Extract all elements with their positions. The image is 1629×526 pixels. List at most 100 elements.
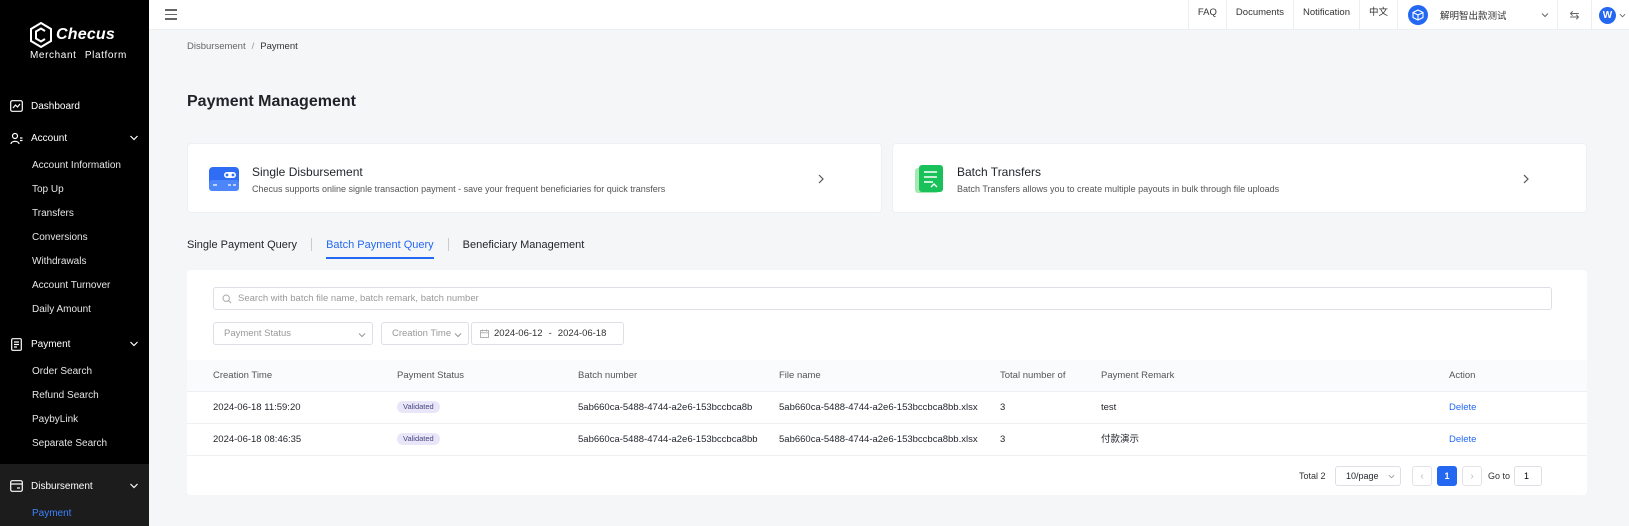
chevron-down-icon xyxy=(1388,474,1395,479)
status-badge: Validated xyxy=(397,401,440,414)
search-box xyxy=(213,287,1552,310)
payment-status-placeholder: Payment Status xyxy=(224,328,292,339)
chevron-right-icon xyxy=(1523,174,1529,184)
nav-account-turnover[interactable]: Account Turnover xyxy=(0,274,149,298)
date-to: 2024-06-18 xyxy=(557,328,607,339)
nav-account[interactable]: Account xyxy=(0,126,149,150)
table-row: 2024-06-18 08:46:35 Validated 5ab660ca-5… xyxy=(187,424,1587,456)
language-switch[interactable]: 中文 xyxy=(1358,0,1397,30)
batch-transfers-desc: Batch Transfers allows you to create mul… xyxy=(957,184,1280,194)
cell-payment-status: Validated xyxy=(397,424,440,456)
faq-link[interactable]: FAQ xyxy=(1187,0,1226,30)
goto-page-input[interactable] xyxy=(1514,466,1542,486)
chevron-down-icon xyxy=(454,333,462,338)
calendar-icon xyxy=(480,329,489,338)
nav-order-search[interactable]: Order Search xyxy=(0,360,149,384)
chevron-down-icon xyxy=(130,341,138,347)
breadcrumb-separator: / xyxy=(251,41,255,52)
notification-link[interactable]: Notification xyxy=(1292,0,1359,30)
cell-file-name: 5ab660ca-5488-4744-a2e6-153bccbca8bb.xls… xyxy=(779,402,978,413)
chevron-down-icon xyxy=(1619,13,1626,17)
merchant-selector[interactable]: 解明智出款测试 xyxy=(1397,0,1557,30)
col-batch-number: Batch number xyxy=(578,370,638,381)
disbursement-icon xyxy=(10,480,23,493)
top-bar: FAQ Documents Notification 中文 解明智出款测试 ⇆ … xyxy=(149,0,1629,30)
delete-button[interactable]: Delete xyxy=(1449,424,1476,456)
status-badge: Validated xyxy=(397,433,440,446)
page-title: Payment Management xyxy=(187,93,356,110)
documents-link[interactable]: Documents xyxy=(1225,0,1293,30)
switch-icon[interactable]: ⇆ xyxy=(1557,0,1591,30)
page-size-value: 10/page xyxy=(1346,471,1379,481)
nav-account-information[interactable]: Account Information xyxy=(0,154,149,178)
nav-dashboard[interactable]: Dashboard xyxy=(0,94,149,118)
batch-transfers-title: Batch Transfers xyxy=(957,165,1042,179)
date-range-picker[interactable]: 2024-06-12 - 2024-06-18 xyxy=(471,322,624,345)
nav-conversions[interactable]: Conversions xyxy=(0,226,149,250)
sidebar: Checus Merchant Platform Dashboard Accou… xyxy=(0,0,149,526)
logo-name: Checus xyxy=(56,26,115,43)
table-header: Creation Time Payment Status Batch numbe… xyxy=(187,360,1587,392)
cell-batch-number: 5ab660ca-5488-4744-a2e6-153bccbca8b xyxy=(578,402,753,413)
payment-doc-icon xyxy=(10,337,23,351)
col-file-name: File name xyxy=(779,370,821,381)
col-total-number: Total number of xyxy=(1000,370,1066,381)
card-payment-icon xyxy=(209,167,239,191)
cell-batch-number: 5ab660ca-5488-4744-a2e6-153bccbca8bb xyxy=(578,434,758,445)
nav-disbursement-label: Disbursement xyxy=(31,480,93,492)
nav-top-up[interactable]: Top Up xyxy=(0,178,149,202)
chevron-down-icon xyxy=(130,135,138,141)
table-row: 2024-06-18 11:59:20 Validated 5ab660ca-5… xyxy=(187,392,1587,424)
tab-batch-payment-query[interactable]: Batch Payment Query xyxy=(326,239,434,259)
nav-account-label: Account xyxy=(31,132,68,144)
nav-daily-amount[interactable]: Daily Amount xyxy=(0,298,149,322)
merchant-name: 解明智出款测试 xyxy=(1440,11,1507,22)
chevron-right-icon xyxy=(818,174,824,184)
nav-withdrawals[interactable]: Withdrawals xyxy=(0,250,149,274)
page-1-button[interactable]: 1 xyxy=(1437,466,1457,486)
single-disbursement-title: Single Disbursement xyxy=(252,165,363,179)
nav-payment[interactable]: Payment xyxy=(0,332,149,356)
single-disbursement-card[interactable]: Single Disbursement Checus supports onli… xyxy=(187,143,882,213)
tab-single-payment-query[interactable]: Single Payment Query xyxy=(187,239,297,257)
chevron-down-icon xyxy=(130,483,138,489)
col-action: Action xyxy=(1449,370,1476,381)
prev-page-button[interactable]: ‹ xyxy=(1412,466,1432,486)
avatar: W xyxy=(1599,6,1616,24)
chevron-down-icon xyxy=(358,333,366,338)
account-icon xyxy=(10,132,23,145)
checus-logo-icon xyxy=(30,22,52,48)
nav-paybylink[interactable]: PaybyLink xyxy=(0,408,149,432)
batch-transfers-card[interactable]: Batch Transfers Batch Transfers allows y… xyxy=(892,143,1587,213)
breadcrumb-current: Payment xyxy=(260,41,298,52)
delete-button[interactable]: Delete xyxy=(1449,392,1476,424)
page-size-select[interactable]: 10/page xyxy=(1335,466,1401,486)
menu-toggle-icon[interactable] xyxy=(165,9,177,20)
logo[interactable]: Checus Merchant Platform xyxy=(0,0,149,78)
nav-transfers[interactable]: Transfers xyxy=(0,202,149,226)
tab-beneficiary-management[interactable]: Beneficiary Management xyxy=(463,239,585,257)
col-payment-status: Payment Status xyxy=(397,370,465,381)
user-menu[interactable]: W xyxy=(1591,0,1629,30)
card-batch-icon xyxy=(915,165,943,193)
query-tabs: Single Payment Query Batch Payment Query… xyxy=(187,238,585,259)
chevron-down-icon xyxy=(1541,13,1549,18)
creation-time-label: Creation Time xyxy=(392,328,452,339)
search-input[interactable] xyxy=(238,293,1538,304)
col-payment-remark: Payment Remark xyxy=(1101,370,1175,381)
dashboard-icon xyxy=(10,100,23,113)
nav-refund-search[interactable]: Refund Search xyxy=(0,384,149,408)
cell-payment-remark: 付款演示 xyxy=(1101,434,1140,445)
cube-icon xyxy=(1408,5,1428,25)
nav-disbursement-payment[interactable]: Payment xyxy=(0,502,149,526)
payment-status-select[interactable]: Payment Status xyxy=(213,322,373,345)
nav-separate-search[interactable]: Separate Search xyxy=(0,432,149,456)
breadcrumb-parent[interactable]: Disbursement xyxy=(187,41,246,52)
pagination-total: Total 2 xyxy=(1299,471,1326,481)
creation-time-select[interactable]: Creation Time xyxy=(381,322,469,345)
next-page-button[interactable]: › xyxy=(1462,466,1482,486)
nav-disbursement[interactable]: Disbursement xyxy=(0,474,149,498)
nav-dashboard-label: Dashboard xyxy=(31,100,80,112)
single-disbursement-desc: Checus supports online signle transactio… xyxy=(252,184,666,194)
tab-divider xyxy=(311,238,313,251)
